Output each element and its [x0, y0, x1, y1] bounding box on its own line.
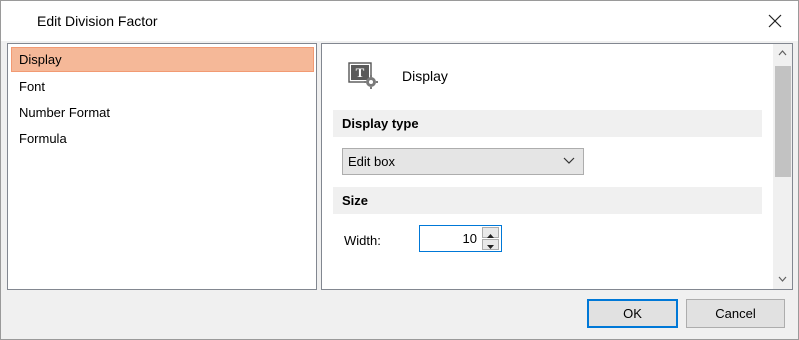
- arrow-down-icon: [487, 245, 494, 249]
- section-size: Size: [333, 187, 762, 214]
- panel-title: Display: [402, 68, 448, 84]
- section-display-type: Display type: [333, 110, 762, 137]
- decrement-button[interactable]: [482, 239, 499, 250]
- nav-item-display[interactable]: Display: [11, 47, 314, 72]
- svg-text:T: T: [356, 65, 365, 80]
- width-value[interactable]: 10: [463, 231, 477, 246]
- display-type-value: Edit box: [348, 154, 395, 169]
- window-title: Edit Division Factor: [37, 13, 158, 29]
- vertical-scrollbar[interactable]: [773, 44, 792, 289]
- chevron-up-icon: [778, 50, 787, 56]
- increment-button[interactable]: [482, 227, 499, 238]
- settings-panel: T Display Display type Edit box Size Wid…: [321, 43, 793, 290]
- scroll-down-button[interactable]: [773, 270, 792, 288]
- width-stepper[interactable]: 10: [419, 225, 502, 252]
- close-icon: [768, 14, 782, 28]
- cancel-button[interactable]: Cancel: [686, 299, 785, 328]
- display-settings-icon: T: [348, 61, 378, 89]
- chevron-down-icon: [778, 276, 787, 282]
- close-button[interactable]: [764, 10, 786, 32]
- display-type-select[interactable]: Edit box: [342, 148, 584, 175]
- width-label: Width:: [344, 233, 381, 248]
- chevron-down-icon: [563, 157, 575, 164]
- edit-division-factor-dialog: Edit Division Factor Display Font Number…: [0, 0, 799, 340]
- category-list: Display Font Number Format Formula: [7, 43, 317, 290]
- nav-item-font[interactable]: Font: [11, 74, 314, 99]
- ok-button[interactable]: OK: [587, 299, 678, 328]
- title-bar: Edit Division Factor: [1, 1, 798, 41]
- nav-item-formula[interactable]: Formula: [11, 126, 314, 151]
- nav-item-number-format[interactable]: Number Format: [11, 100, 314, 125]
- scroll-up-button[interactable]: [773, 44, 792, 62]
- scroll-thumb[interactable]: [775, 66, 791, 177]
